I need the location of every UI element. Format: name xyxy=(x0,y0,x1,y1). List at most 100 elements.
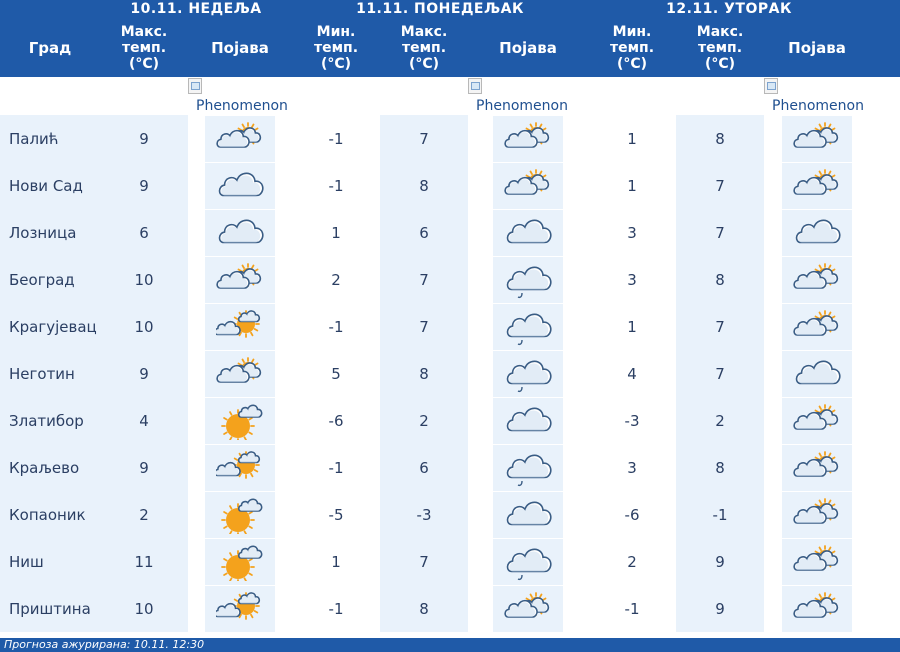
d2-min-temp: -1 xyxy=(292,585,381,632)
d3-min-temp: 2 xyxy=(588,538,677,585)
d2-min-temp: 2 xyxy=(292,256,381,303)
d2-max-temp: 8 xyxy=(380,350,469,397)
d2-max-temp: 6 xyxy=(380,444,469,491)
phenomenon-legend-image: Phenomenon xyxy=(188,78,288,115)
d2-phenomenon xyxy=(468,209,589,256)
d3-phenomenon xyxy=(764,350,871,397)
col-city: Град xyxy=(0,18,100,77)
d2-min-temp: -5 xyxy=(292,491,381,538)
d2-phenomenon xyxy=(468,491,589,538)
partly-cloudy-sun-icon xyxy=(782,491,853,538)
d2-max-temp: 7 xyxy=(380,538,469,585)
d1-max-temp: 9 xyxy=(100,444,188,491)
d1-phenomenon xyxy=(188,115,293,162)
city-name: Палић xyxy=(0,115,100,162)
d2-max-temp: 2 xyxy=(380,397,469,444)
partly-cloudy-sun-icon xyxy=(782,303,853,350)
col-d2-min: Мин. темп. (°C) xyxy=(292,18,381,77)
d3-phenomenon xyxy=(764,209,871,256)
city-name: Приштина xyxy=(0,585,100,632)
d3-min-temp: 1 xyxy=(588,162,677,209)
d3-max-temp: 2 xyxy=(676,397,765,444)
d1-phenomenon xyxy=(188,491,293,538)
col-d2-max: Макс. темп. (°C) xyxy=(380,18,469,77)
forecast-table: 10.11. НЕДЕЉА 11.11. ПОНЕДЕЉАК 12.11. УТ… xyxy=(0,0,900,632)
cloud-icon xyxy=(205,162,275,209)
partly-cloudy-sun-icon xyxy=(782,444,853,491)
d1-phenomenon xyxy=(188,162,293,209)
day-header-spacer xyxy=(0,0,100,18)
row-spacer xyxy=(870,538,900,585)
d3-max-temp: 8 xyxy=(676,444,765,491)
row-spacer xyxy=(870,444,900,491)
col-d3-max: Макс. темп. (°C) xyxy=(676,18,765,77)
table-row: Нови Сад 9 -1 8 1 7 xyxy=(0,162,900,209)
table-row: Београд 10 2 7 3 8 xyxy=(0,256,900,303)
cloud-drizzle-icon xyxy=(493,256,564,303)
d3-min-temp: -1 xyxy=(588,585,677,632)
day-2-header: 11.11. ПОНЕДЕЉАК xyxy=(292,0,589,18)
cloud-icon xyxy=(782,209,853,256)
city-name: Београд xyxy=(0,256,100,303)
d3-phenomenon xyxy=(764,491,871,538)
d3-min-temp: 1 xyxy=(588,115,677,162)
d3-max-temp: 8 xyxy=(676,256,765,303)
d2-phenomenon xyxy=(468,303,589,350)
d1-max-temp: 10 xyxy=(100,585,188,632)
sun-small-cloud-icon xyxy=(205,538,275,585)
d2-max-temp: 7 xyxy=(380,256,469,303)
partly-cloudy-sun-icon xyxy=(205,256,275,303)
cloud-icon xyxy=(493,491,564,538)
city-name: Копаоник xyxy=(0,491,100,538)
d1-phenomenon xyxy=(188,256,293,303)
city-name: Лозница xyxy=(0,209,100,256)
d1-phenomenon xyxy=(188,397,293,444)
d3-phenomenon xyxy=(764,444,871,491)
cloud-drizzle-icon xyxy=(493,350,564,397)
row-spacer xyxy=(870,162,900,209)
sun-small-cloud-icon xyxy=(205,397,275,444)
cloud-icon xyxy=(782,350,853,397)
d2-min-temp: -6 xyxy=(292,397,381,444)
d1-max-temp: 11 xyxy=(100,538,188,585)
d2-min-temp: -1 xyxy=(292,162,381,209)
d1-max-temp: 9 xyxy=(100,115,188,162)
d2-min-temp: -1 xyxy=(292,303,381,350)
row-spacer xyxy=(870,397,900,444)
d2-max-temp: -3 xyxy=(380,491,469,538)
row-spacer xyxy=(870,256,900,303)
broken-image-icon xyxy=(468,78,483,94)
d1-phenomenon xyxy=(188,209,293,256)
sun-cloud-icon xyxy=(205,585,275,632)
partly-cloudy-sun-icon xyxy=(493,585,564,632)
d2-phenomenon xyxy=(468,538,589,585)
sun-cloud-icon xyxy=(205,303,275,350)
d3-max-temp: 7 xyxy=(676,303,765,350)
d3-phenomenon xyxy=(764,115,871,162)
d2-max-temp: 8 xyxy=(380,585,469,632)
partly-cloudy-sun-icon xyxy=(782,162,853,209)
forecast-updated-footer: Прогноза ажурирана: 10.11. 12:30 xyxy=(0,638,900,652)
col-spacer xyxy=(870,18,900,77)
row-spacer xyxy=(870,350,900,397)
city-name: Златибор xyxy=(0,397,100,444)
row-spacer xyxy=(870,491,900,538)
d2-min-temp: 1 xyxy=(292,209,381,256)
d2-max-temp: 8 xyxy=(380,162,469,209)
d3-max-temp: 9 xyxy=(676,538,765,585)
forecast-page: 10.11. НЕДЕЉА 11.11. ПОНЕДЕЉАК 12.11. УТ… xyxy=(0,0,900,652)
table-row: Лозница 6 1 6 3 7 xyxy=(0,209,900,256)
d3-max-temp: 9 xyxy=(676,585,765,632)
table-row: Крагујевац 10 -1 7 1 7 xyxy=(0,303,900,350)
city-name: Краљево xyxy=(0,444,100,491)
city-name: Ниш xyxy=(0,538,100,585)
partly-cloudy-sun-icon xyxy=(782,397,853,444)
d2-phenomenon xyxy=(468,350,589,397)
broken-image-icon xyxy=(188,78,202,94)
d1-phenomenon xyxy=(188,444,293,491)
d3-max-temp: -1 xyxy=(676,491,765,538)
phenomenon-legend-image: Phenomenon xyxy=(468,78,568,115)
table-row: Златибор 4 -6 2 -3 2 xyxy=(0,397,900,444)
d3-phenomenon xyxy=(764,397,871,444)
d1-max-temp: 2 xyxy=(100,491,188,538)
